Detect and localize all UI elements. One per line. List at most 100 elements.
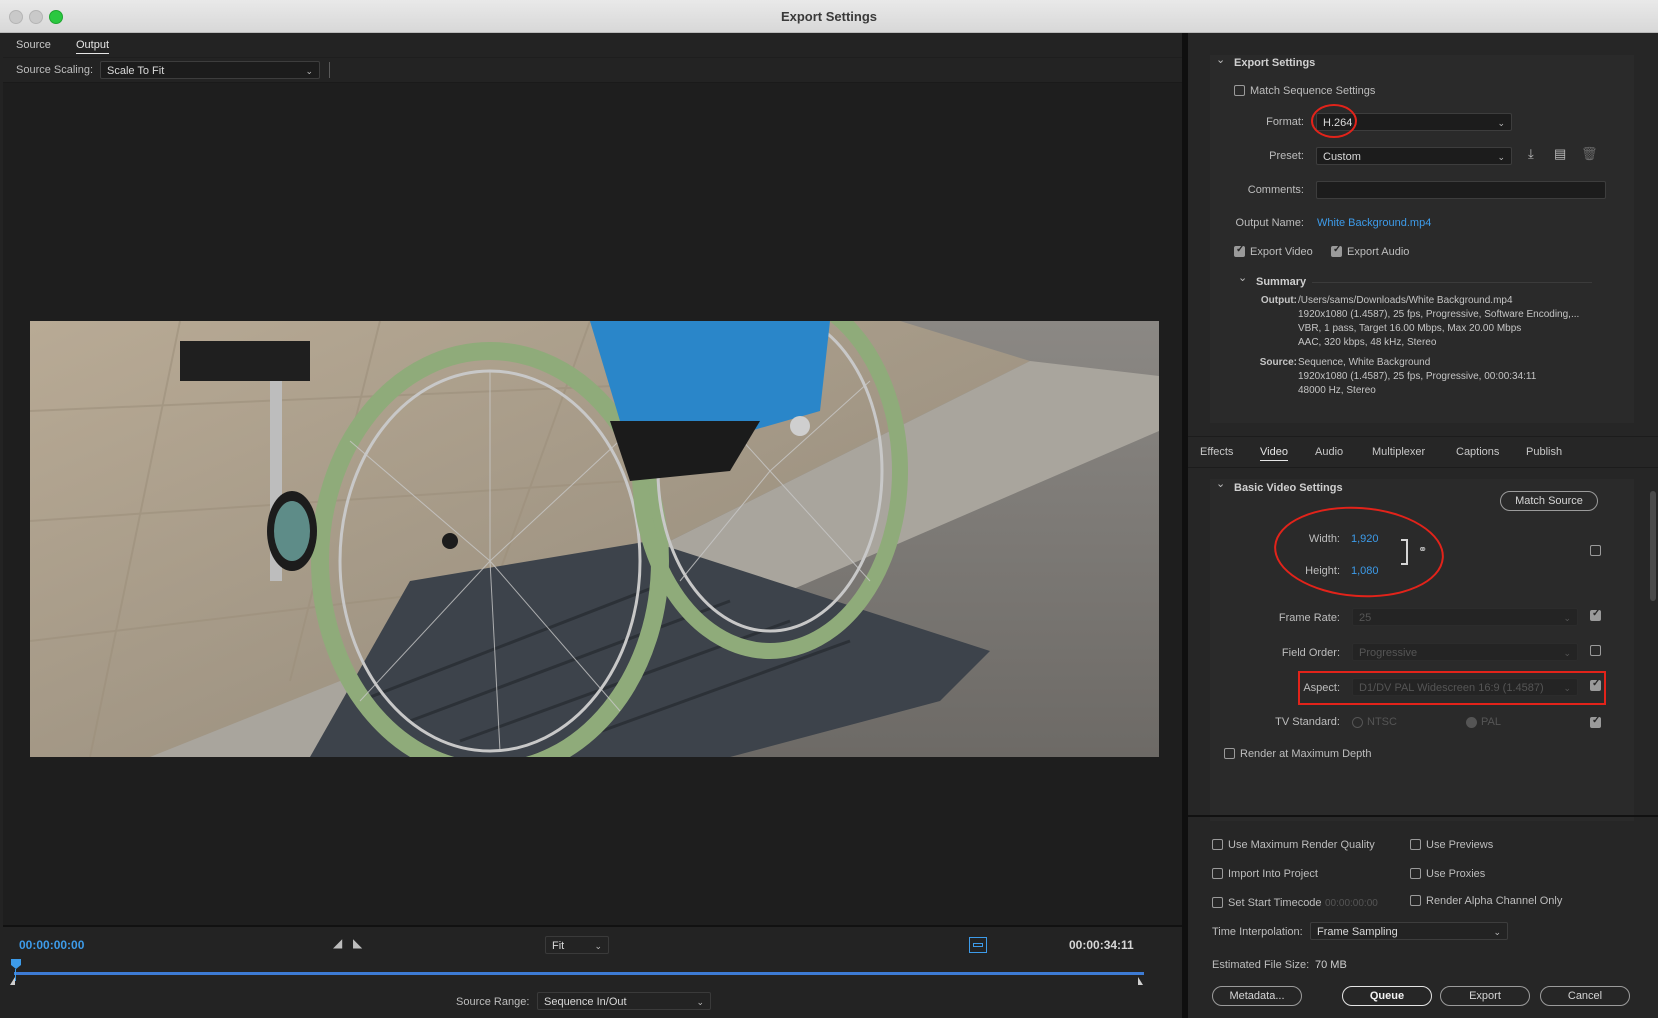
summary-rule [1312, 282, 1592, 283]
wheelchair-photo [30, 321, 1159, 757]
summary-source-line: 1920x1080 (1.4587), 25 fps, Progressive,… [1298, 371, 1537, 382]
match-source-button[interactable]: Match Source [1500, 491, 1598, 511]
source-range-dropdown[interactable]: Sequence In/Out ⌄ [537, 992, 711, 1010]
start-timecode-value[interactable]: 00:00:00:00 [1325, 898, 1378, 909]
use-previews-checkbox[interactable] [1410, 839, 1421, 850]
playhead-line [15, 969, 16, 981]
field-order-match-checkbox[interactable] [1590, 645, 1601, 656]
export-video-checkbox[interactable] [1234, 244, 1245, 257]
match-sequence-checkbox[interactable] [1234, 85, 1245, 96]
tab-output[interactable]: Output [76, 39, 110, 54]
title-bar: Export Settings [0, 0, 1658, 33]
basic-video-heading: Basic Video Settings [1234, 482, 1343, 494]
dimensions-annotation-ellipse [1271, 501, 1447, 603]
pal-radio[interactable] [1466, 717, 1477, 728]
duration-timecode: 00:00:34:11 [1069, 938, 1134, 952]
mark-in-icon[interactable]: ◢ [333, 936, 342, 950]
output-name-label: Output Name: [1235, 217, 1304, 229]
aspect-ratio-correction-icon[interactable] [969, 937, 987, 953]
export-audio-checkbox[interactable] [1331, 244, 1342, 257]
frame-rate-value: 25 [1359, 612, 1372, 624]
comments-input[interactable] [1316, 181, 1606, 199]
time-interpolation-dropdown[interactable]: Frame Sampling ⌄ [1310, 922, 1508, 940]
save-preset-icon[interactable]: ⤓ [1528, 146, 1534, 162]
mark-out-icon[interactable]: ◣ [353, 936, 362, 950]
frame-rate-match-checkbox[interactable] [1590, 608, 1601, 621]
queue-button[interactable]: Queue [1342, 986, 1432, 1006]
field-order-dropdown[interactable]: Progressive ⌄ [1352, 643, 1578, 661]
set-start-timecode-label: Set Start Timecode [1228, 897, 1322, 909]
max-render-quality-checkbox[interactable] [1212, 839, 1223, 850]
file-size-value: 70 MB [1315, 959, 1347, 971]
summary-output-line: VBR, 1 pass, Target 16.00 Mbps, Max 20.0… [1298, 323, 1522, 334]
resize-checkbox[interactable] [1590, 545, 1601, 556]
current-timecode[interactable]: 00:00:00:00 [19, 938, 84, 952]
chevron-down-icon[interactable]: ⌄ [1238, 271, 1247, 284]
source-range-value: Sequence In/Out [544, 996, 627, 1008]
timeline-track[interactable] [14, 972, 1144, 975]
metadata-button[interactable]: Metadata... [1212, 986, 1302, 1006]
settings-scrollbar[interactable] [1650, 491, 1656, 601]
delete-preset-icon[interactable]: 🗑 [1581, 146, 1598, 162]
render-max-depth-checkbox[interactable] [1224, 748, 1235, 759]
summary-source-line: Sequence, White Background [1298, 357, 1431, 368]
render-alpha-checkbox[interactable] [1410, 895, 1421, 906]
window-title: Export Settings [780, 9, 878, 24]
source-range-label: Source Range: [456, 996, 530, 1008]
summary-heading: Summary [1256, 276, 1307, 288]
zoom-value: Fit [552, 940, 565, 952]
tab-effects[interactable]: Effects [1200, 446, 1233, 458]
import-preset-icon[interactable]: ▤ [1554, 146, 1566, 162]
field-order-value: Progressive [1359, 647, 1418, 659]
export-button[interactable]: Export [1440, 986, 1530, 1006]
source-scaling-dropdown[interactable]: Scale To Fit ⌄ [100, 61, 320, 79]
export-settings-section: ⌄ Export Settings Match Sequence Setting… [1210, 53, 1634, 423]
export-audio-label: Export Audio [1347, 246, 1410, 258]
tab-source[interactable]: Source [16, 39, 51, 51]
comments-label: Comments: [1247, 184, 1304, 196]
pal-label: PAL [1481, 716, 1501, 728]
tab-multiplexer[interactable]: Multiplexer [1372, 446, 1425, 458]
chevron-down-icon[interactable]: ⌄ [1216, 53, 1225, 66]
match-sequence-label: Match Sequence Settings [1250, 85, 1376, 97]
tv-standard-label: TV Standard: [1275, 716, 1340, 728]
playhead-icon[interactable] [11, 959, 21, 969]
format-label: Format: [1266, 116, 1304, 128]
frame-rate-dropdown[interactable]: 25 ⌄ [1352, 608, 1578, 626]
export-settings-heading: Export Settings [1234, 57, 1316, 69]
chevron-down-icon: ⌄ [305, 66, 313, 76]
use-proxies-checkbox[interactable] [1410, 868, 1421, 879]
basic-video-settings-section: ⌄ Basic Video Settings Match Source Widt… [1210, 477, 1634, 821]
zoom-dropdown[interactable]: Fit ⌄ [545, 936, 609, 954]
set-start-timecode-checkbox[interactable] [1212, 897, 1223, 908]
source-scaling-bar: Source Scaling: Scale To Fit ⌄ [3, 58, 1182, 83]
file-size-label: Estimated File Size: [1212, 959, 1310, 971]
chevron-down-icon: ⌄ [594, 941, 602, 951]
output-name-link[interactable]: White Background.mp4 [1317, 217, 1431, 229]
preset-dropdown[interactable]: Custom ⌄ [1316, 147, 1512, 165]
chevron-down-icon[interactable]: ⌄ [1216, 477, 1225, 490]
in-point-marker[interactable] [10, 977, 15, 985]
settings-panel: ⌄ Export Settings Match Sequence Setting… [1188, 33, 1658, 1018]
tab-video[interactable]: Video [1260, 446, 1288, 461]
ntsc-radio[interactable] [1352, 717, 1363, 728]
cancel-button[interactable]: Cancel [1540, 986, 1630, 1006]
import-into-project-checkbox[interactable] [1212, 868, 1223, 879]
preset-value: Custom [1323, 151, 1361, 163]
out-point-marker[interactable] [1138, 977, 1143, 985]
import-into-project-label: Import Into Project [1228, 868, 1318, 880]
max-render-quality-label: Use Maximum Render Quality [1228, 839, 1375, 851]
preview-panel: Source Output Source Scaling: Scale To F… [3, 33, 1182, 1017]
tab-publish[interactable]: Publish [1526, 446, 1562, 458]
aspect-annotation-box [1298, 671, 1606, 705]
chevron-down-icon: ⌄ [1563, 648, 1571, 658]
preset-label: Preset: [1269, 150, 1304, 162]
tab-captions[interactable]: Captions [1456, 446, 1499, 458]
chevron-down-icon: ⌄ [1497, 118, 1505, 128]
tab-audio[interactable]: Audio [1315, 446, 1343, 458]
bottom-divider [1188, 815, 1658, 817]
tv-standard-match-checkbox[interactable] [1590, 715, 1601, 728]
use-previews-label: Use Previews [1426, 839, 1494, 851]
settings-tabbar: Effects Video Audio Multiplexer Captions… [1188, 436, 1658, 468]
chevron-down-icon: ⌄ [1497, 152, 1505, 162]
